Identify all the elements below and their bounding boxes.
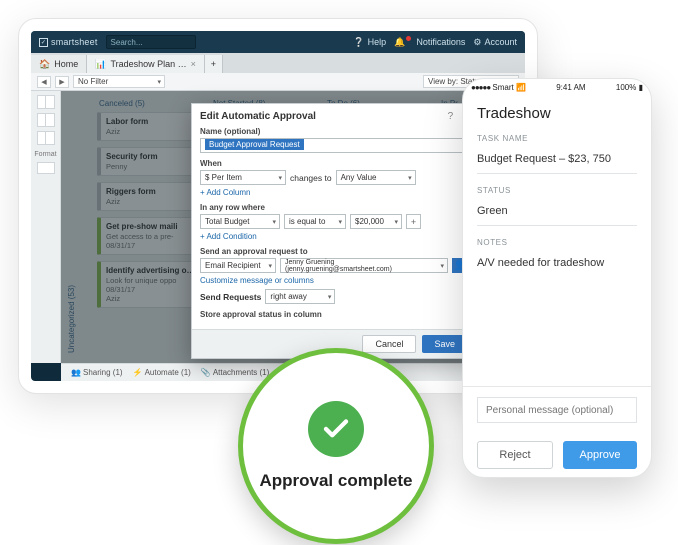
automate-icon: ⚡ <box>133 368 142 377</box>
approve-button[interactable]: Approve <box>563 441 637 469</box>
add-condition-link[interactable]: + Add Condition <box>200 232 467 241</box>
sendreq-select[interactable]: right away <box>265 289 335 304</box>
filter-bar: ◀ ▶ No Filter View by: Status <box>31 73 525 91</box>
brand-text: smartsheet <box>51 37 98 47</box>
when-label: When <box>200 159 467 168</box>
mobile-device: ●●●●● Smart 📶 9:41 AM 100% ▮ Tradeshow T… <box>462 78 652 478</box>
name-label: Name (optional) <box>200 127 467 136</box>
tab-home[interactable]: 🏠 Home <box>31 55 87 73</box>
task-label: TASK NAME <box>477 134 637 143</box>
name-input[interactable]: Budget Approval Request <box>200 138 467 153</box>
store-label: Store approval status in column <box>200 310 467 319</box>
wifi-icon: 📶 <box>516 83 526 92</box>
tab-sheet[interactable]: 📊 Tradeshow Plan … × <box>87 55 205 73</box>
customize-link[interactable]: Customize message or columns <box>200 276 467 285</box>
close-tab-icon[interactable]: × <box>191 59 196 69</box>
checkmark-circle-icon <box>308 401 364 457</box>
account-link[interactable]: ⚙ Account <box>473 37 517 48</box>
help-label: Help <box>368 37 387 47</box>
nav-fwd-button[interactable]: ▶ <box>55 76 69 88</box>
anyrow-column-select[interactable]: Total Budget <box>200 214 280 229</box>
sheet-tabs: 🏠 Home 📊 Tradeshow Plan … × + <box>31 53 525 73</box>
rail-format-button[interactable] <box>37 162 55 174</box>
add-value-button[interactable]: + <box>406 214 421 229</box>
when-column-select[interactable]: $ Per Item <box>200 170 286 185</box>
action-bar: Reject Approve <box>463 433 651 477</box>
phone-page-title: Tradeshow <box>477 105 637 122</box>
rail-format-label: Format <box>34 151 56 158</box>
sendto-recipient-input[interactable]: Jenny Gruening (jenny.gruening@smartshee… <box>280 258 448 273</box>
tab-add[interactable]: + <box>205 55 223 73</box>
message-input[interactable] <box>477 397 637 423</box>
name-value: Budget Approval Request <box>205 139 304 150</box>
approval-complete-badge: Approval complete <box>238 348 434 544</box>
sendto-kind-select[interactable]: Email Recipient <box>200 258 276 273</box>
rail-btn-3[interactable] <box>37 131 55 145</box>
automate-label: Automate (1) <box>145 368 191 377</box>
notifications-label: Notifications <box>416 37 465 47</box>
carrier-label: Smart <box>492 83 513 92</box>
badge-text: Approval complete <box>259 471 412 491</box>
account-label: Account <box>484 37 517 47</box>
reject-button[interactable]: Reject <box>477 441 553 469</box>
notification-dot-icon <box>406 36 411 41</box>
anyrow-op-select[interactable]: is equal to <box>284 214 346 229</box>
app-topbar: ✓ smartsheet Search... ❔ Help 🔔Notificat… <box>31 31 525 53</box>
battery-label: 100% <box>616 83 636 92</box>
notes-label: NOTES <box>477 238 637 247</box>
task-value: Budget Request – $23, 750 <box>477 147 637 174</box>
status-value: Green <box>477 199 637 226</box>
sendto-label: Send an approval request to <box>200 247 467 256</box>
notes-value: A/V needed for tradeshow <box>477 251 637 277</box>
add-column-link[interactable]: + Add Column <box>200 188 467 197</box>
app-window: ✓ smartsheet Search... ❔ Help 🔔Notificat… <box>31 31 525 381</box>
help-link[interactable]: ❔ Help <box>353 37 386 48</box>
modal-title: Edit Automatic Approval <box>200 111 316 122</box>
phone-status-bar: ●●●●● Smart 📶 9:41 AM 100% ▮ <box>463 79 651 95</box>
help-icon[interactable]: ? <box>448 111 454 122</box>
anyrow-label: In any row where <box>200 203 467 212</box>
message-section <box>463 386 651 433</box>
notifications-link[interactable]: 🔔Notifications <box>394 37 465 48</box>
tab-sheet-label: Tradeshow Plan … <box>110 59 186 69</box>
rail-btn-1[interactable] <box>37 95 55 109</box>
left-rail: Format <box>31 91 61 363</box>
sharing-label: Sharing (1) <box>83 368 123 377</box>
paperclip-icon: 📎 <box>201 368 210 377</box>
brand-logo: ✓ smartsheet <box>39 37 98 47</box>
anyrow-value-input[interactable]: $20,000 <box>350 214 402 229</box>
tab-sharing[interactable]: 👥Sharing (1) <box>71 368 123 377</box>
edit-approval-modal: Edit Automatic Approval ? × Name (option… <box>191 103 476 359</box>
when-value-select[interactable]: Any Value <box>336 170 416 185</box>
status-label: STATUS <box>477 186 637 195</box>
share-icon: 👥 <box>71 368 80 377</box>
changes-to-label: changes to <box>290 173 332 183</box>
viewby-label: View by: <box>428 77 458 86</box>
brand-mark-icon: ✓ <box>39 38 48 47</box>
sendreq-label: Send Requests <box>200 292 261 302</box>
tab-attachments[interactable]: 📎Attachments (1) <box>201 368 269 377</box>
phone-time: 9:41 AM <box>556 83 585 92</box>
nav-back-button[interactable]: ◀ <box>37 76 51 88</box>
attachments-label: Attachments (1) <box>213 368 269 377</box>
signal-icon: ●●●●● <box>471 83 490 92</box>
desktop-monitor: ✓ smartsheet Search... ❔ Help 🔔Notificat… <box>18 18 538 394</box>
battery-icon: ▮ <box>639 83 643 92</box>
save-button[interactable]: Save <box>422 335 467 353</box>
global-search-input[interactable]: Search... <box>106 35 196 49</box>
rail-btn-2[interactable] <box>37 113 55 127</box>
tab-automate[interactable]: ⚡Automate (1) <box>133 368 191 377</box>
cancel-button[interactable]: Cancel <box>362 335 416 353</box>
filter-select[interactable]: No Filter <box>73 75 165 88</box>
tab-home-label: Home <box>54 59 78 69</box>
